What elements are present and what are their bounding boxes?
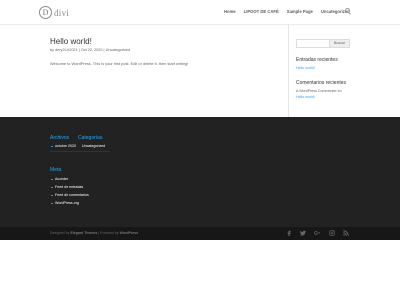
footer-bullet (51, 178, 53, 181)
recent-comments-heading: Comentarios recientes (296, 80, 347, 86)
main-nav: Home LIPOOT DE CAFÉ Sample Page Uncatego… (216, 9, 350, 14)
footer-meta-entries-feed[interactable]: Feed de entradas (55, 185, 83, 189)
google-plus-icon[interactable] (313, 229, 321, 237)
post-title[interactable]: Hello world! (50, 37, 92, 46)
footer-archives-heading: Archivos (50, 135, 70, 141)
footer-archive-link[interactable]: octubre 2020 (55, 144, 76, 148)
rss-icon[interactable] (342, 229, 350, 237)
footer-bottom-bar: Designed by Elegant Themes | Powered by … (0, 227, 400, 240)
post-meta: by dery2LA2021 | Oct 22, 2020 | Uncatego… (50, 48, 131, 52)
site-header: D divi Home LIPOOT DE CAFÉ Sample Page U… (0, 0, 400, 24)
footer-bullet (51, 202, 53, 205)
footer-meta-wordpress-org[interactable]: WordPress.org (55, 201, 79, 205)
footer-bullet (51, 145, 53, 148)
twitter-icon[interactable] (299, 229, 307, 237)
logo-mark: D (39, 6, 52, 19)
nav-lipoot-de-cafe[interactable]: LIPOOT DE CAFÉ (244, 9, 279, 14)
logo-text: divi (54, 7, 70, 18)
footer-bullet (51, 186, 53, 189)
post-excerpt: Welcome to WordPress. This is your first… (50, 61, 189, 66)
sidebar-search-button[interactable]: Buscar (329, 39, 350, 48)
footer-meta-heading: Meta (50, 167, 62, 173)
footer-category-link[interactable]: Uncategorized (82, 144, 105, 148)
recent-post-link[interactable]: Hello world! (296, 66, 315, 70)
recent-posts-heading: Entradas recientes (296, 57, 338, 63)
recent-comment-author[interactable]: A WordPress Commenter en (296, 89, 342, 93)
footer-categories-heading: Categorías (78, 135, 103, 141)
credits-wordpress-link[interactable]: WordPress (120, 231, 138, 235)
footer-divider (50, 151, 110, 152)
recent-comment-post[interactable]: Hello world! (296, 95, 315, 99)
instagram-icon[interactable] (328, 229, 336, 237)
site-logo[interactable]: D divi (39, 6, 69, 19)
footer-meta-comments-feed[interactable]: Feed de comentarios (55, 193, 89, 197)
nav-home[interactable]: Home (224, 9, 236, 14)
search-icon[interactable] (345, 8, 350, 13)
footer-bullet (51, 194, 53, 197)
credits-designed-by: Designed by (50, 231, 70, 235)
nav-sample-page[interactable]: Sample Page (287, 9, 313, 14)
footer-meta-login[interactable]: Acceder (55, 177, 68, 181)
sidebar-divider (288, 24, 289, 117)
site-footer: Archivos Categorías octubre 2020 Uncateg… (0, 117, 400, 227)
footer-credits: Designed by Elegant Themes | Powered by … (50, 231, 138, 235)
credits-powered-by: | Powered by (98, 231, 119, 235)
credits-elegant-themes-link[interactable]: Elegant Themes (70, 231, 97, 235)
facebook-icon[interactable] (285, 229, 293, 237)
